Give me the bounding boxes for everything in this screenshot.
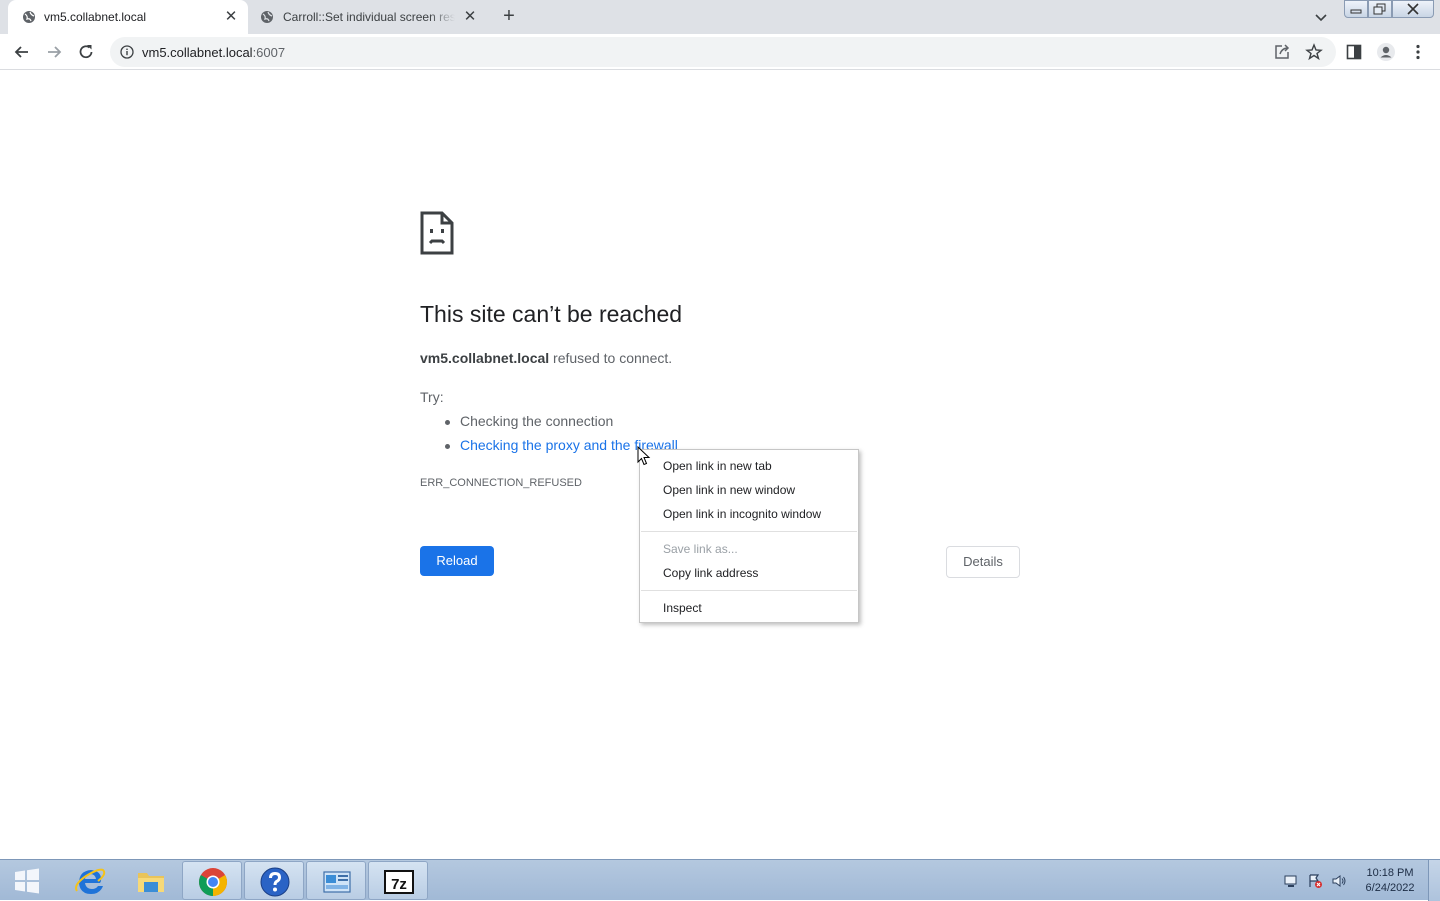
forward-arrow-icon[interactable] [44, 42, 64, 62]
taskbar-help[interactable] [244, 861, 304, 900]
clock-date: 6/24/2022 [1365, 882, 1415, 894]
mouse-cursor-icon [637, 446, 651, 466]
profile-avatar-icon[interactable] [1376, 42, 1396, 62]
error-title: This site can’t be reached [420, 301, 683, 327]
url-host: vm5.collabnet.local [142, 45, 253, 60]
close-icon [1407, 3, 1419, 15]
menu-item-copy-link[interactable]: Copy link address [663, 566, 758, 580]
address-bar[interactable]: vm5.collabnet.local:6007 [110, 37, 1336, 67]
error-host: vm5.collabnet.local [420, 350, 550, 366]
close-icon[interactable]: ✕ [463, 9, 477, 24]
minimize-button[interactable] [1344, 0, 1368, 18]
share-icon[interactable] [1272, 42, 1292, 62]
back-arrow-icon[interactable] [12, 42, 32, 62]
url-text: vm5.collabnet.local:6007 [142, 45, 285, 60]
tab-title: Carroll::Set individual screen resolutio… [283, 10, 455, 24]
globe-icon [261, 11, 273, 23]
7zip-label: 7z [391, 876, 407, 893]
system-clock[interactable]: 10:18 PM 6/24/2022 [1360, 866, 1420, 896]
network-icon[interactable] [1283, 873, 1299, 889]
chrome-icon [199, 868, 227, 896]
show-desktop-button[interactable] [1428, 860, 1440, 901]
taskbar-control-panel[interactable] [306, 861, 366, 900]
7zip-icon: 7z [384, 870, 414, 894]
windows-taskbar: 7z 10:18 PM 6/24/2022 [0, 859, 1440, 901]
taskbar-7zip[interactable]: 7z [368, 861, 428, 900]
windows-start-icon[interactable] [6, 864, 48, 898]
restore-icon [1373, 3, 1386, 15]
reload-button[interactable]: Reload [420, 546, 494, 576]
internet-explorer-icon [75, 868, 106, 894]
details-button[interactable]: Details [946, 546, 1020, 578]
tab-carroll[interactable]: Carroll::Set individual screen resolutio… [250, 0, 486, 34]
context-menu: Open link in new tab Open link in new wi… [639, 449, 859, 623]
side-panel-icon[interactable] [1344, 42, 1364, 62]
globe-icon [23, 11, 35, 23]
file-explorer-icon [138, 873, 164, 892]
error-message-text: refused to connect. [549, 350, 673, 366]
info-icon[interactable] [120, 45, 134, 59]
tab-strip: vm5.collabnet.local ✕ Carroll::Set indiv… [0, 0, 1440, 34]
menu-item-save-link: Save link as... [663, 542, 738, 556]
error-message: vm5.collabnet.local refused to connect. [420, 350, 672, 366]
sad-page-icon [420, 211, 454, 255]
minimize-icon [1350, 9, 1362, 14]
kebab-menu-icon[interactable] [1408, 42, 1428, 62]
menu-separator [641, 531, 857, 532]
tab-vm5-collabnet[interactable]: vm5.collabnet.local ✕ [8, 0, 248, 34]
menu-item-open-incognito[interactable]: Open link in incognito window [663, 507, 821, 521]
taskbar-chrome[interactable] [182, 861, 242, 900]
taskbar-file-explorer[interactable] [121, 861, 181, 900]
close-icon[interactable]: ✕ [224, 9, 238, 24]
taskbar-internet-explorer[interactable] [60, 861, 120, 900]
window-close-button[interactable] [1392, 0, 1434, 18]
try-label: Try: [420, 389, 444, 405]
tab-title: vm5.collabnet.local [44, 10, 147, 24]
browser-toolbar: vm5.collabnet.local:6007 [0, 34, 1440, 70]
menu-separator [641, 590, 857, 591]
new-tab-button[interactable]: + [498, 6, 520, 28]
menu-item-open-new-tab[interactable]: Open link in new tab [663, 459, 772, 473]
suggestion-check-connection: Checking the connection [444, 413, 614, 429]
url-port: :6007 [252, 45, 286, 60]
chevron-down-icon[interactable] [1312, 8, 1330, 26]
help-icon [260, 867, 290, 897]
control-panel-icon [323, 871, 351, 893]
bookmark-star-icon[interactable] [1304, 42, 1324, 62]
error-code: ERR_CONNECTION_REFUSED [420, 477, 582, 489]
restore-button[interactable] [1368, 0, 1392, 18]
clock-time: 10:18 PM [1366, 867, 1414, 879]
menu-item-inspect[interactable]: Inspect [663, 601, 702, 615]
action-center-alert-icon[interactable] [1307, 873, 1323, 889]
volume-icon[interactable] [1331, 873, 1347, 889]
menu-item-open-new-window[interactable]: Open link in new window [663, 483, 795, 497]
reload-icon[interactable] [76, 42, 96, 62]
